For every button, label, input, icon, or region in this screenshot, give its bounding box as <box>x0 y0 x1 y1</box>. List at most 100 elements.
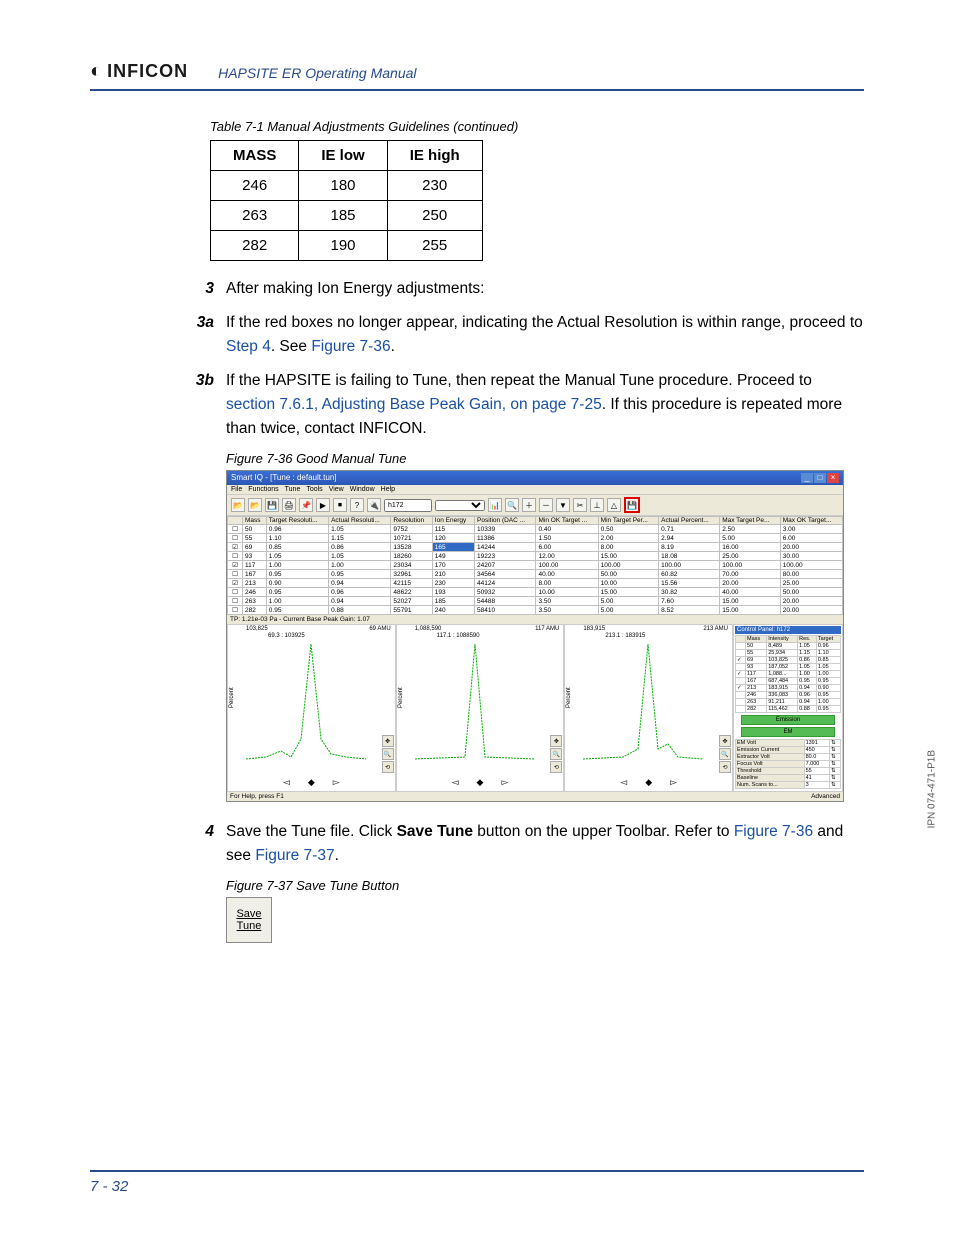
table-row[interactable]: ☑1171.001.002303417024207100.00100.00100… <box>228 561 843 570</box>
zoom-icon[interactable]: 🔍 <box>382 748 394 760</box>
menu-view[interactable]: View <box>329 486 344 493</box>
row-checkbox[interactable]: ☐ <box>228 552 243 561</box>
grid-header[interactable]: Position (DAC ... <box>475 517 536 525</box>
reset-icon[interactable]: ⟲ <box>382 761 394 773</box>
list-item[interactable]: ✓69103,8250.860.85 <box>736 657 841 664</box>
maximize-icon[interactable]: □ <box>814 473 826 483</box>
chart-tools[interactable]: ✥🔍⟲ <box>382 735 394 773</box>
chart-tools[interactable]: ✥🔍⟲ <box>550 735 562 773</box>
grid-header[interactable]: Resolution <box>391 517 432 525</box>
link-fig-7-36[interactable]: Figure 7-36 <box>311 338 390 355</box>
zoom-in-icon[interactable]: ＋ <box>522 498 536 512</box>
tune-grid[interactable]: MassTarget Resoluti...Actual Resoluti...… <box>227 516 843 615</box>
table-row[interactable]: ☐500.961.059752115103390.400.500.712.503… <box>228 525 843 534</box>
grid-header[interactable]: Max Target Pe... <box>720 517 781 525</box>
param-table[interactable]: EM Volt1391⇅Emission Current450⇅Extracto… <box>735 739 841 789</box>
row-checkbox[interactable]: ☐ <box>228 588 243 597</box>
table-row[interactable]: ☐2460.950.96486221935093210.0015.0030.82… <box>228 588 843 597</box>
menu-file[interactable]: File <box>231 486 242 493</box>
chart-icon[interactable]: 📊 <box>488 498 502 512</box>
pan-icon[interactable]: ✥ <box>550 735 562 747</box>
reset-icon[interactable]: ⟲ <box>550 761 562 773</box>
nav-center-icon[interactable]: ◆ <box>477 777 484 788</box>
list-item[interactable]: 167687,4840.950.95 <box>736 678 841 685</box>
marker-icon[interactable]: △ <box>607 498 621 512</box>
chart-tools[interactable]: ✥🔍⟲ <box>719 735 731 773</box>
table-row[interactable]: ☐2631.000.9452027185544883.505.007.6015.… <box>228 597 843 606</box>
minimize-icon[interactable]: _ <box>801 473 813 483</box>
row-checkbox[interactable]: ☑ <box>228 561 243 570</box>
chart-213amu[interactable]: 183,915 213 AMU 213.1 : 183915 Percent ✥… <box>564 624 733 792</box>
open2-icon[interactable]: 📂 <box>248 498 262 512</box>
list-item[interactable]: 5525,9341.151.10 <box>736 650 841 657</box>
pin-icon[interactable]: 📌 <box>299 498 313 512</box>
table-row[interactable]: ☑690.850.8613528165142446.008.008.1916.0… <box>228 543 843 552</box>
link-step4[interactable]: Step 4 <box>226 338 271 355</box>
pan-icon[interactable]: ✥ <box>719 735 731 747</box>
pan-icon[interactable]: ✥ <box>382 735 394 747</box>
table-row[interactable]: ☐551.101.1510721120113861.502.002.945.00… <box>228 534 843 543</box>
row-checkbox[interactable]: ☐ <box>228 525 243 534</box>
menu-window[interactable]: Window <box>350 486 375 493</box>
close-icon[interactable]: × <box>827 473 839 483</box>
row-checkbox[interactable]: ☐ <box>228 570 243 579</box>
nav-right-icon[interactable]: ▻ <box>501 777 508 788</box>
grid-header[interactable] <box>228 517 243 525</box>
zoom-icon[interactable]: 🔍 <box>719 748 731 760</box>
param-row[interactable]: Extractor Volt80.0⇅ <box>736 754 841 761</box>
param-row[interactable]: Threshold55⇅ <box>736 768 841 775</box>
chart-69amu[interactable]: 103,825 69 AMU 69.3 : 103925 Percent ✥🔍⟲… <box>227 624 396 792</box>
row-checkbox[interactable]: ☑ <box>228 579 243 588</box>
stop-icon[interactable]: ⏹ <box>333 498 347 512</box>
chart-117amu[interactable]: 1,088,590 117 AMU 117.1 : 1088590 Percen… <box>396 624 565 792</box>
help-icon[interactable]: ? <box>350 498 364 512</box>
param-row[interactable]: Emission Current450⇅ <box>736 747 841 754</box>
nav-left-icon[interactable]: ◅ <box>452 777 459 788</box>
menu-tools[interactable]: Tools <box>306 486 322 493</box>
nav-right-icon[interactable]: ▻ <box>333 777 340 788</box>
nav-left-icon[interactable]: ◅ <box>620 777 627 788</box>
toolbar-select[interactable] <box>435 500 485 511</box>
grid-header[interactable]: Actual Resoluti... <box>329 517 391 525</box>
emission-button[interactable]: Emission <box>741 715 835 725</box>
row-checkbox[interactable]: ☐ <box>228 606 243 615</box>
tool-icon[interactable]: ✂ <box>573 498 587 512</box>
list-item[interactable]: 282115,4620.880.95 <box>736 706 841 713</box>
link-section-761[interactable]: section 7.6.1, Adjusting Base Peak Gain,… <box>226 396 602 413</box>
table-row[interactable]: ☐931.051.05182601491922312.0015.0018.082… <box>228 552 843 561</box>
device-input[interactable] <box>384 499 432 512</box>
em-button[interactable]: EM <box>741 727 835 737</box>
grid-header[interactable]: Min OK Target ... <box>536 517 598 525</box>
param-row[interactable]: Focus Volt7.000⇅ <box>736 761 841 768</box>
print-icon[interactable]: 🖨 <box>282 498 296 512</box>
list-item[interactable]: 508,4891.050.96 <box>736 643 841 650</box>
menu-help[interactable]: Help <box>381 486 395 493</box>
run-icon[interactable]: ▶ <box>316 498 330 512</box>
filter-icon[interactable]: ▼ <box>556 498 570 512</box>
row-checkbox[interactable]: ☑ <box>228 543 243 552</box>
grid-header[interactable]: Actual Percent... <box>659 517 720 525</box>
zoom-icon[interactable]: 🔍 <box>550 748 562 760</box>
window-buttons[interactable]: _□× <box>800 473 839 483</box>
link-fig-7-37[interactable]: Figure 7-37 <box>255 847 334 864</box>
table-row[interactable]: ☐2820.950.8855791240584103.505.008.5215.… <box>228 606 843 615</box>
grid-header[interactable]: Target Resoluti... <box>266 517 328 525</box>
zoom-out-icon[interactable]: － <box>539 498 553 512</box>
save-tune-button[interactable]: Save Tune <box>226 897 272 943</box>
zoom-icon[interactable]: 🔍 <box>505 498 519 512</box>
list-item[interactable]: ✓1171,088...1.001.00 <box>736 671 841 678</box>
nav-left-icon[interactable]: ◅ <box>283 777 290 788</box>
grid-header[interactable]: Ion Energy <box>432 517 474 525</box>
grid-header[interactable]: Mass <box>243 517 267 525</box>
grid-header[interactable]: Max OK Target... <box>780 517 842 525</box>
nav-center-icon[interactable]: ◆ <box>645 777 652 788</box>
device-icon[interactable]: 🔌 <box>367 498 381 512</box>
save-tune-toolbar-button[interactable]: 💾 <box>624 497 640 513</box>
list-item[interactable]: ✓213183,9150.940.90 <box>736 685 841 692</box>
list-item[interactable]: 93187,0521.051.05 <box>736 664 841 671</box>
nav-right-icon[interactable]: ▻ <box>670 777 677 788</box>
link-fig-7-36[interactable]: Figure 7-36 <box>734 823 813 840</box>
open-icon[interactable]: 📂 <box>231 498 245 512</box>
list-item[interactable]: 26391,2110.941.00 <box>736 699 841 706</box>
axis-icon[interactable]: ⊥ <box>590 498 604 512</box>
